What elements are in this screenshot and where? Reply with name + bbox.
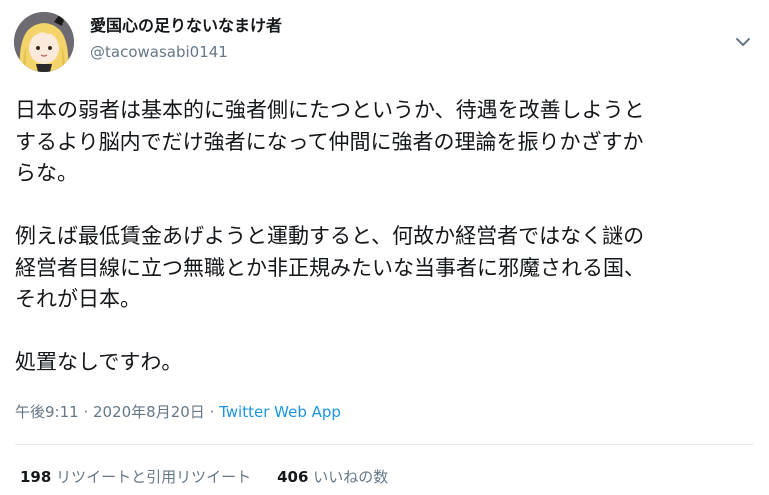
divider (15, 444, 754, 445)
tweet-line: 処置なしですわ。 (15, 350, 183, 374)
author-display-name[interactable]: 愛国心の足りないなまけ者 (90, 15, 282, 37)
author-handle[interactable]: @tacowasabi0141 (90, 42, 228, 62)
tweet-meta: 午後9:11 · 2020年8月20日 · Twitter Web App (15, 401, 341, 423)
tweet-stats: 198 リツイートと引用リツイート 406 いいねの数 (20, 465, 388, 489)
tweet-text: 日本の弱者は基本的に強者側にたつというか、待遇を改善しようと するより脳内でだけ… (15, 95, 765, 379)
tweet-source-link[interactable]: Twitter Web App (219, 403, 341, 421)
tweet-timestamp[interactable]: 午後9:11 · 2020年8月20日 (15, 403, 205, 421)
likes-count: 406 (277, 468, 309, 486)
tweet-line: するより脳内でだけ強者になって仲間に強者の理論を振りかざすか (15, 129, 644, 154)
retweets-stat[interactable]: 198 リツイートと引用リツイート (20, 468, 251, 486)
likes-stat[interactable]: 406 いいねの数 (277, 468, 388, 486)
meta-separator: · (204, 403, 220, 421)
avatar[interactable] (14, 12, 74, 72)
retweets-label: リツイートと引用リツイート (56, 468, 252, 486)
retweets-count: 198 (20, 468, 52, 486)
tweet-line: らな。 (15, 161, 78, 185)
tweet-blank-line (15, 190, 765, 222)
tweet-line: 経営者目線に立つ無職とか非正規みたいな当事者に邪魔される国、 (15, 255, 645, 280)
avatar-illustration (14, 12, 74, 72)
likes-label: いいねの数 (313, 468, 389, 486)
tweet-line: 日本の弱者は基本的に強者側にたつというか、待遇を改善しようと (15, 98, 645, 122)
tweet-line: それが日本。 (15, 287, 141, 311)
tweet-blank-line (15, 316, 765, 348)
tweet-card: 愛国心の足りないなまけ者 @tacowasabi0141 日本の弱者は基本的に強… (0, 0, 769, 495)
chevron-down-icon[interactable] (731, 30, 755, 54)
tweet-line: 例えば最低賃金あげようと運動すると、何故か経営者ではなく謎の (15, 224, 645, 248)
